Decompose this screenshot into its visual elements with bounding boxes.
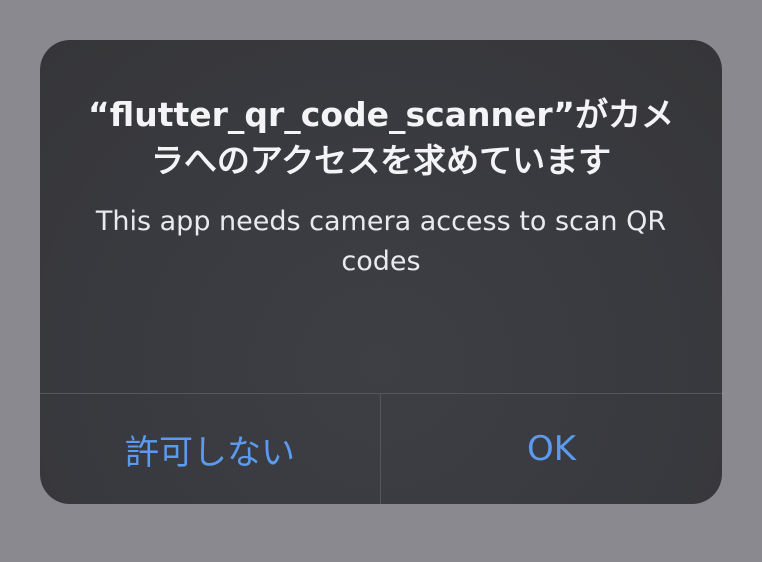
camera-permission-alert: “flutter_qr_code_scanner”がカメラへのアクセスを求めてい…: [40, 40, 722, 504]
alert-content: “flutter_qr_code_scanner”がカメラへのアクセスを求めてい…: [40, 40, 722, 393]
deny-button[interactable]: 許可しない: [40, 394, 380, 504]
alert-message: This app needs camera access to scan QR …: [95, 206, 667, 277]
ok-button[interactable]: OK: [381, 394, 722, 504]
alert-title: “flutter_qr_code_scanner”がカメラへのアクセスを求めてい…: [88, 95, 674, 180]
